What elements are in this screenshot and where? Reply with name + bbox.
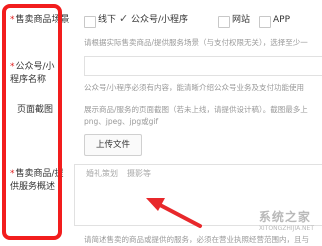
watermark-logo: 系统之家 XITONGZHIJIA.NET: [258, 210, 314, 232]
